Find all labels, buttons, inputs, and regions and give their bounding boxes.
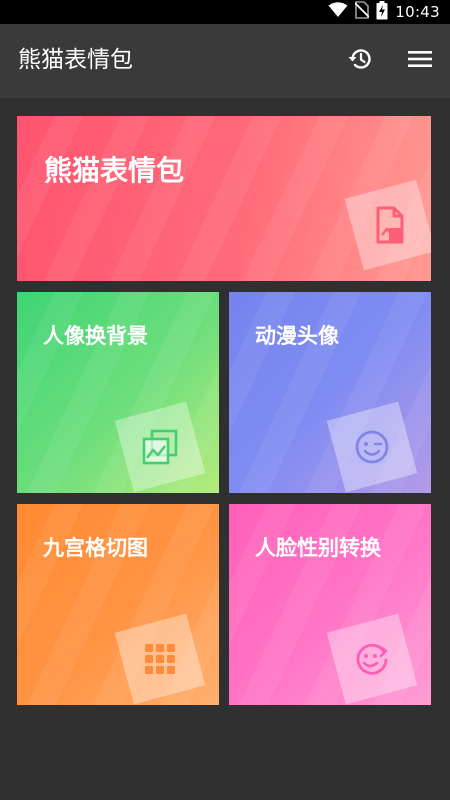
menu-icon [407, 48, 433, 74]
battery-charging-icon [376, 0, 388, 24]
history-icon [346, 45, 374, 77]
status-bar: 10:43 [0, 0, 450, 24]
gallery-icon [114, 401, 206, 493]
tile-label: 人脸性别转换 [255, 536, 381, 560]
tile-face-gender-swap[interactable]: 人脸性别转换 [229, 504, 431, 705]
status-time: 10:43 [395, 3, 440, 21]
tile-label: 熊猫表情包 [44, 154, 185, 187]
tile-label: 人像换背景 [43, 324, 148, 348]
face-swap-icon [326, 613, 418, 705]
app-bar: 熊猫表情包 [0, 24, 450, 98]
menu-button[interactable] [402, 43, 438, 79]
wink-face-icon [326, 401, 418, 493]
page-title: 熊猫表情包 [18, 47, 133, 73]
grid-icon [114, 613, 206, 705]
tile-nine-grid-crop[interactable]: 九宫格切图 [17, 504, 219, 705]
wifi-icon [328, 2, 348, 22]
tile-portrait-bg-swap[interactable]: 人像换背景 [17, 292, 219, 493]
tile-anime-avatar[interactable]: 动漫头像 [229, 292, 431, 493]
no-sim-icon [354, 1, 370, 23]
tile-label: 动漫头像 [255, 324, 339, 348]
image-file-icon [344, 179, 431, 271]
tile-label: 九宫格切图 [43, 536, 148, 560]
status-icons: 10:43 [328, 0, 440, 24]
history-button[interactable] [342, 43, 378, 79]
tile-panda-emoji[interactable]: 熊猫表情包 [17, 116, 431, 281]
